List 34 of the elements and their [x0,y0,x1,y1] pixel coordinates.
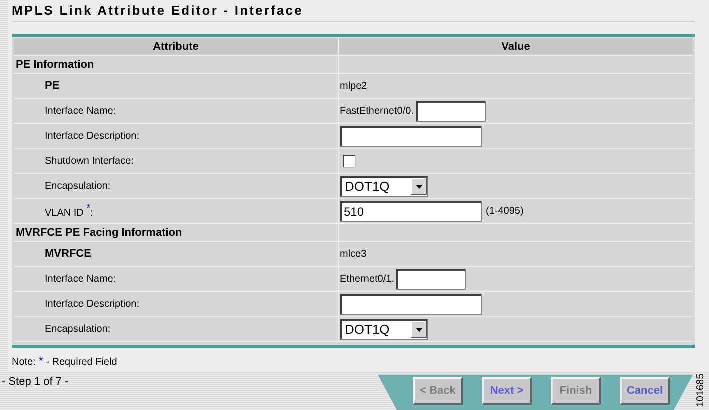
field-value: mlpe2 [340,80,368,92]
field-label: Interface Description: [45,130,140,142]
figure-number: 101685 [694,372,708,410]
text-field[interactable] [340,126,482,146]
field-label: Interface Name: [45,274,116,284]
field-label: MVRFCE [45,248,92,260]
section-title: MVRFCE PE Facing Information [15,226,182,238]
range-hint: (1-4095) [486,206,524,216]
dropdown-arrow-icon [416,328,422,332]
text-field[interactable] [396,268,466,290]
field-label: Interface Name: [45,106,116,116]
field-label: Shutdown Interface: [45,156,134,166]
field-label: Interface Description: [45,298,140,310]
encapsulation-dropdown[interactable]: DOT1Q [340,176,428,196]
section-title: PE Information [15,58,94,70]
required-field-note: Note: * - Required Field [12,353,118,368]
encapsulation-dropdown[interactable]: DOT1Q [340,318,428,340]
field-value: mlce3 [340,248,367,260]
wizard-button[interactable]: Next > [482,377,532,405]
interface-prefix: Ethernet0/1. [340,274,394,284]
interface-prefix: FastEthernet0/0. [340,106,414,116]
wizard-button[interactable]: Cancel [620,377,670,405]
field-label: Encapsulation: [45,324,111,334]
text-field[interactable]: 510 [340,200,482,222]
text-field[interactable] [340,294,482,314]
column-header: Attribute [14,38,338,56]
text-field[interactable] [416,100,486,122]
field-label: Encapsulation: [45,180,111,192]
step-indicator: - Step 1 of 7 - [2,376,69,388]
page-title: MPLS Link Attribute Editor - Interface [12,0,695,22]
checkbox[interactable] [343,154,356,168]
dropdown-arrow-icon [416,184,422,188]
field-label: PE [45,80,60,92]
column-header: Value [338,38,693,56]
